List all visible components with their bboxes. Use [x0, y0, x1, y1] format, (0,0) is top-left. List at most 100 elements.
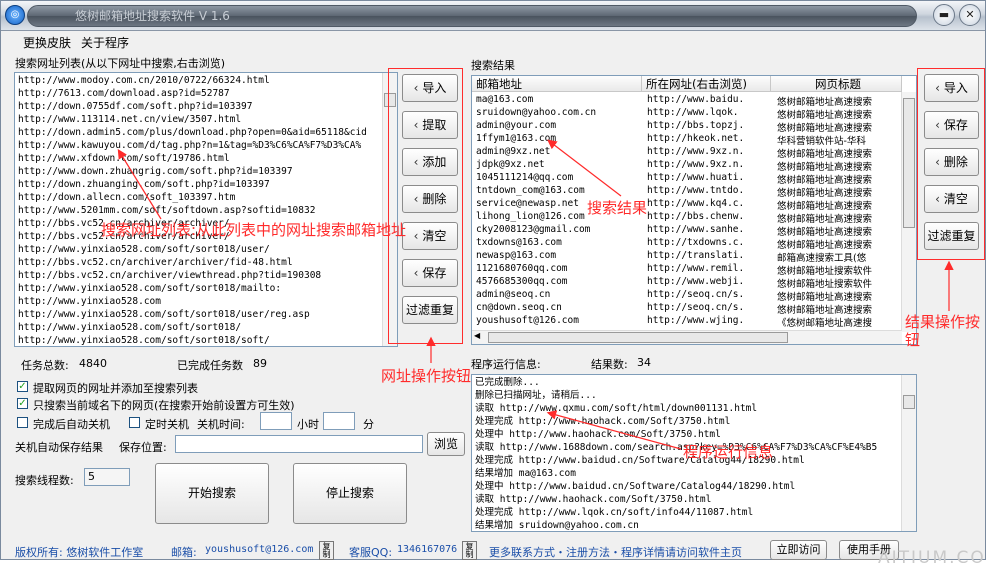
- log-scrollbar[interactable]: [901, 375, 916, 531]
- result-email-cell[interactable]: 1ffym1@163.com: [476, 133, 642, 144]
- result-email-cell[interactable]: 1121680760qq.com: [476, 263, 642, 274]
- result-title-cell[interactable]: 悠树邮箱地址高速搜索: [777, 198, 901, 212]
- auto-shutdown-checkbox[interactable]: [17, 417, 28, 428]
- result-clear-button[interactable]: ‹ 清空: [924, 185, 979, 213]
- result-email-cell[interactable]: tntdown_com@163.com: [476, 185, 642, 196]
- url-delete-button[interactable]: ‹ 删除: [402, 185, 458, 213]
- url-save-button[interactable]: ‹ 保存: [402, 259, 458, 287]
- result-title-cell[interactable]: 悠树邮箱地址高速搜索: [777, 146, 901, 160]
- visit-site-button[interactable]: 立即访问: [770, 540, 827, 560]
- result-url-cell[interactable]: http://hkeok.net.: [647, 133, 771, 144]
- results-table[interactable]: 邮箱地址 所在网址(右击浏览) 网页标题 ma@163.com http://ww…: [471, 75, 917, 345]
- url-list-item[interactable]: http://7613.com/download.asp?id=52787: [15, 87, 397, 100]
- copy-qq-button[interactable]: 复制: [462, 541, 477, 560]
- result-email-cell[interactable]: txdowns@163.com: [476, 237, 642, 248]
- result-url-cell[interactable]: http://www.9xz.n.: [647, 146, 771, 157]
- minimize-button[interactable]: ▬: [933, 4, 955, 26]
- result-email-cell[interactable]: 1045111214@qq.com: [476, 172, 642, 183]
- result-email-cell[interactable]: cky2008123@gmail.com: [476, 224, 642, 235]
- result-title-cell[interactable]: 悠树邮箱地址高速搜索: [777, 289, 901, 303]
- result-url-cell[interactable]: http://www.lqok.: [647, 107, 771, 118]
- result-email-cell[interactable]: cn@down.seoq.cn: [476, 302, 642, 313]
- url-list-item[interactable]: http://www.yinxiao528.com: [15, 295, 397, 308]
- save-location-input[interactable]: [175, 435, 423, 453]
- result-title-cell[interactable]: 悠树邮箱地址高速搜索: [777, 120, 901, 134]
- result-url-cell[interactable]: http://www.9xz.n.: [647, 159, 771, 170]
- result-url-cell[interactable]: http://www.huati.: [647, 172, 771, 183]
- copy-email-button[interactable]: 复制: [319, 541, 334, 560]
- result-title-cell[interactable]: 悠树邮箱地址高速搜索: [777, 94, 901, 108]
- result-url-cell[interactable]: http://www.sanhe.: [647, 224, 771, 235]
- result-title-cell[interactable]: 《悠树邮箱地址高速搜: [777, 315, 901, 329]
- url-add-button[interactable]: ‹ 添加: [402, 148, 458, 176]
- result-url-cell[interactable]: http://bbs.chenw.: [647, 211, 771, 222]
- results-hscroll[interactable]: ◀: [472, 330, 902, 344]
- scroll-left-icon[interactable]: ◀: [474, 331, 480, 340]
- result-title-cell[interactable]: 悠树邮箱地址搜索软件: [777, 263, 901, 277]
- url-list-item[interactable]: http://www.yinxiao528.com/soft/sort018/s…: [15, 334, 397, 346]
- browse-button[interactable]: 浏览: [427, 432, 465, 456]
- result-dedupe-button[interactable]: 过滤重复: [924, 222, 979, 250]
- result-url-cell[interactable]: http://www.kq4.c.: [647, 198, 771, 209]
- url-list-item[interactable]: http://bbs.vc52.cn/archiver/archiver/fid…: [15, 256, 397, 269]
- url-list-item[interactable]: http://down.0755df.com/soft.php?id=10339…: [15, 100, 397, 113]
- start-search-button[interactable]: 开始搜索: [155, 463, 269, 524]
- result-title-cell[interactable]: 邮箱高速搜索工具(悠: [777, 250, 901, 264]
- result-email-cell[interactable]: youshusoft@126.com: [476, 315, 642, 326]
- url-list-item[interactable]: http://www.yinxiao528.com/soft/sort018/u…: [15, 308, 397, 321]
- result-email-cell[interactable]: admin@9xz.net: [476, 146, 642, 157]
- result-url-cell[interactable]: http://bbs.topzj.: [647, 120, 771, 131]
- url-import-button[interactable]: ‹ 导入: [402, 74, 458, 102]
- result-email-cell[interactable]: 4576685300qq.com: [476, 276, 642, 287]
- result-title-cell[interactable]: 华科营销软件站-华科: [777, 133, 901, 147]
- extract-links-checkbox[interactable]: ✓: [17, 381, 28, 392]
- menu-change-skin[interactable]: 更换皮肤: [23, 34, 71, 51]
- shutdown-hour-input[interactable]: [260, 412, 292, 430]
- url-list-item[interactable]: http://www.yinxiao528.com/soft/sort018/: [15, 321, 397, 334]
- url-list-item[interactable]: http://www.down.zhuangrig.com/soft.php?i…: [15, 165, 397, 178]
- shutdown-minute-input[interactable]: [323, 412, 355, 430]
- result-email-cell[interactable]: jdpk@9xz.net: [476, 159, 642, 170]
- col-title[interactable]: 网页标题: [771, 76, 902, 92]
- result-url-cell[interactable]: http://txdowns.c.: [647, 237, 771, 248]
- result-title-cell[interactable]: 悠树邮箱地址高速搜索: [777, 224, 901, 238]
- result-email-cell[interactable]: sruidown@yahoo.com.cn: [476, 107, 642, 118]
- result-title-cell[interactable]: 悠树邮箱地址高速搜索: [777, 211, 901, 225]
- result-url-cell[interactable]: http://seoq.cn/s.: [647, 289, 771, 300]
- url-list-item[interactable]: http://www.yinxiao528.com/soft/sort018/m…: [15, 282, 397, 295]
- url-list-item[interactable]: http://down.allecn.com/soft_103397.htm: [15, 191, 397, 204]
- url-dedupe-button[interactable]: 过滤重复: [402, 296, 458, 324]
- result-delete-button[interactable]: ‹ 删除: [924, 148, 979, 176]
- url-list-item[interactable]: http://www.5201mm.com/soft/softdown.asp?…: [15, 204, 397, 217]
- stop-search-button[interactable]: 停止搜索: [293, 463, 407, 524]
- url-list-item[interactable]: http://down.zhuanging.com/soft.php?id=10…: [15, 178, 397, 191]
- scroll-thumb[interactable]: [903, 98, 915, 228]
- url-list-item[interactable]: http://www.113114.net.cn/view/3507.html: [15, 113, 397, 126]
- url-list-item[interactable]: http://www.yinxiao528.com/soft/sort018/u…: [15, 243, 397, 256]
- result-title-cell[interactable]: 悠树邮箱地址高速搜索: [777, 172, 901, 186]
- results-vscroll[interactable]: [901, 92, 916, 332]
- url-list-item[interactable]: http://bbs.vc52.cn/archiver/viewthread.p…: [15, 269, 397, 282]
- result-url-cell[interactable]: http://www.wjing.: [647, 315, 771, 326]
- url-list-item[interactable]: http://www.kawuyou.com/d/tag.php?n=1&tag…: [15, 139, 397, 152]
- menu-about[interactable]: 关于程序: [81, 34, 129, 51]
- scroll-thumb[interactable]: [488, 332, 788, 343]
- result-title-cell[interactable]: 悠树邮箱地址高速搜索: [777, 107, 901, 121]
- result-email-cell[interactable]: admin@your.com: [476, 120, 642, 131]
- result-url-cell[interactable]: http://www.tntdo.: [647, 185, 771, 196]
- result-url-cell[interactable]: http://translati.: [647, 250, 771, 261]
- url-list-item[interactable]: http://down.admin5.com/plus/download.php…: [15, 126, 397, 139]
- scroll-thumb[interactable]: [903, 395, 915, 409]
- url-clear-button[interactable]: ‹ 清空: [402, 222, 458, 250]
- result-title-cell[interactable]: 悠树邮箱地址高速搜索: [777, 159, 901, 173]
- url-list-item[interactable]: http://www.xfdown.com/soft/19786.html: [15, 152, 397, 165]
- url-list[interactable]: http://www.modoy.com.cn/2010/0722/66324.…: [14, 72, 398, 347]
- result-url-cell[interactable]: http://www.webji.: [647, 276, 771, 287]
- result-title-cell[interactable]: 悠树邮箱地址高速搜索: [777, 302, 901, 316]
- result-title-cell[interactable]: 悠树邮箱地址搜索软件: [777, 276, 901, 290]
- result-email-cell[interactable]: newasp@163.com: [476, 250, 642, 261]
- result-url-cell[interactable]: http://www.remil.: [647, 263, 771, 274]
- col-url[interactable]: 所在网址(右击浏览): [642, 76, 771, 92]
- timed-shutdown-checkbox[interactable]: [129, 417, 140, 428]
- result-url-cell[interactable]: http://seoq.cn/s.: [647, 302, 771, 313]
